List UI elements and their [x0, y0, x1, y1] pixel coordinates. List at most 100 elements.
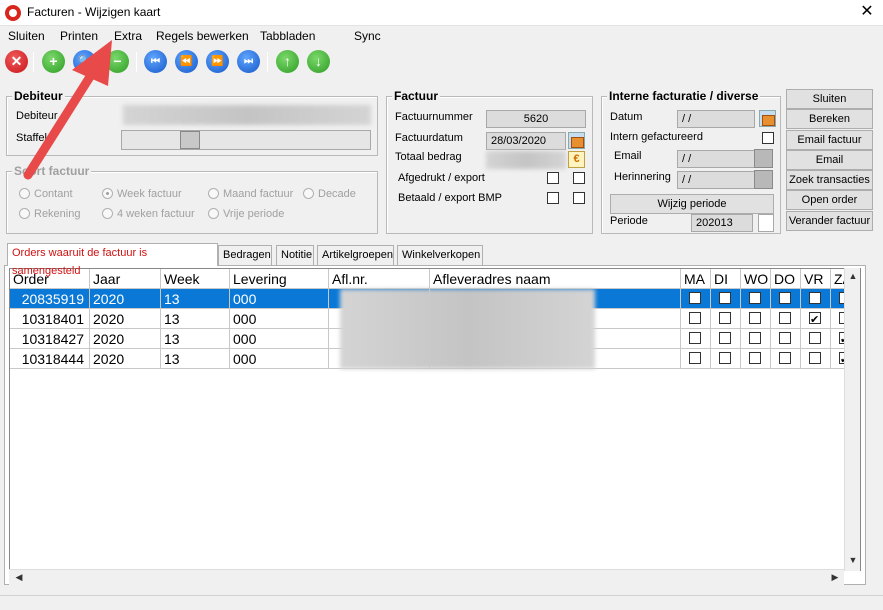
table-cell-levering[interactable]: 000: [230, 329, 329, 349]
table-cell-levering[interactable]: 000: [230, 309, 329, 329]
table-cell-order[interactable]: 20835919: [10, 289, 90, 309]
column-header-do[interactable]: DO: [771, 269, 801, 289]
day-checkbox-di[interactable]: [719, 332, 731, 344]
radio-vrije-periode[interactable]: [208, 208, 219, 219]
table-cell-levering[interactable]: 000: [230, 289, 329, 309]
close-icon[interactable]: ✕: [5, 50, 28, 73]
scroll-left-icon[interactable]: ◀: [11, 572, 27, 583]
day-checkbox-vr[interactable]: [809, 292, 821, 304]
intern-email-button[interactable]: [754, 149, 773, 168]
menu-sync[interactable]: Sync: [354, 29, 381, 43]
table-cell-order[interactable]: 10318444: [10, 349, 90, 369]
scroll-up-icon[interactable]: ▲: [845, 271, 861, 281]
arrow-up-icon[interactable]: ↑: [276, 50, 299, 73]
column-header-vr[interactable]: VR: [801, 269, 831, 289]
day-checkbox-wo[interactable]: [749, 312, 761, 324]
column-header-ma[interactable]: MA: [681, 269, 711, 289]
open-order-button[interactable]: Open order: [786, 190, 873, 210]
previous-record-icon[interactable]: ⏪: [175, 50, 198, 73]
tab-notitie[interactable]: Notitie: [276, 245, 314, 265]
scroll-right-icon[interactable]: ▶: [827, 572, 843, 583]
search-icon[interactable]: 🔍: [73, 50, 96, 73]
table-cell-jaar[interactable]: 2020: [90, 309, 161, 329]
day-checkbox-di[interactable]: [719, 290, 731, 308]
periode-extra-field[interactable]: [758, 214, 774, 232]
day-checkbox-wo[interactable]: [749, 352, 761, 364]
table-cell-week[interactable]: 13: [161, 349, 230, 369]
day-checkbox-ma[interactable]: [689, 332, 701, 344]
table-cell-order[interactable]: 10318427: [10, 329, 90, 349]
column-header-di[interactable]: DI: [711, 269, 741, 289]
table-cell-order[interactable]: 10318401: [10, 309, 90, 329]
table-cell-week[interactable]: 13: [161, 329, 230, 349]
day-checkbox-vr[interactable]: [809, 352, 821, 364]
menu-sluiten[interactable]: Sluiten: [8, 29, 45, 43]
intern-email-field[interactable]: / /: [677, 150, 755, 168]
day-checkbox-vr[interactable]: [809, 332, 821, 344]
table-cell-jaar[interactable]: 2020: [90, 329, 161, 349]
staffel-slider-handle[interactable]: [180, 131, 200, 149]
afgedrukt-checkbox[interactable]: [547, 172, 559, 184]
day-checkbox-ma[interactable]: [689, 352, 701, 364]
day-checkbox-wo[interactable]: [749, 332, 761, 344]
totaal-bedrag-field-redacted[interactable]: [486, 151, 566, 169]
bereken-button[interactable]: Bereken: [786, 109, 873, 129]
tab-orders[interactable]: Orders waaruit de factuur is samengestel…: [7, 243, 218, 277]
factuurdatum-field[interactable]: 28/03/2020: [486, 132, 566, 150]
export-bmp-checkbox[interactable]: [573, 192, 585, 204]
day-checkbox-do[interactable]: [779, 352, 791, 364]
arrow-down-icon[interactable]: ↓: [307, 50, 330, 73]
radio-rekening[interactable]: [19, 208, 30, 219]
day-checkbox-do[interactable]: [779, 312, 791, 324]
email-herinnering-button[interactable]: Email herinnering: [786, 150, 873, 184]
email-factuur-button[interactable]: Email factuur: [786, 130, 873, 150]
intern-herinnering-field[interactable]: / /: [677, 171, 755, 189]
last-record-icon[interactable]: ⏭: [237, 50, 260, 73]
intern-herinnering-button[interactable]: [754, 170, 773, 189]
verander-factuur-button[interactable]: Verander factuur: [786, 211, 873, 231]
zoek-transacties-button[interactable]: Zoek transacties: [786, 170, 873, 190]
table-cell-week[interactable]: 13: [161, 309, 230, 329]
day-checkbox-ma[interactable]: [689, 312, 701, 324]
euro-icon[interactable]: €: [568, 151, 585, 168]
next-record-icon[interactable]: ⏩: [206, 50, 229, 73]
day-checkbox-do[interactable]: [779, 292, 791, 304]
radio-4-weken-factuur[interactable]: [102, 208, 113, 219]
day-checkbox-di[interactable]: [719, 352, 731, 364]
sluiten-button[interactable]: Sluiten: [786, 89, 873, 109]
factuurnummer-field[interactable]: 5620: [486, 110, 586, 128]
orders-grid[interactable]: Order Jaar Week Levering Afl.nr. Aflever…: [9, 268, 861, 571]
column-header-jaar[interactable]: Jaar: [90, 269, 161, 289]
column-header-afleveradres-naam[interactable]: Afleveradres naam: [430, 269, 681, 289]
radio-maand-factuur[interactable]: [208, 188, 219, 199]
radio-decade[interactable]: [303, 188, 314, 199]
scroll-down-icon[interactable]: ▼: [845, 555, 861, 565]
radio-week-factuur[interactable]: [102, 188, 113, 199]
vertical-scrollbar[interactable]: ▲ ▼: [844, 268, 860, 571]
day-checkbox-ma[interactable]: [689, 292, 701, 304]
menu-extra[interactable]: Extra: [114, 29, 142, 43]
staffel-slider[interactable]: [121, 130, 371, 150]
periode-field[interactable]: 202013: [691, 214, 753, 232]
column-header-week[interactable]: Week: [161, 269, 230, 289]
day-checkbox-do[interactable]: [779, 332, 791, 344]
menu-printen[interactable]: Printen: [60, 29, 98, 43]
radio-contant[interactable]: [19, 188, 30, 199]
day-checkbox-vr[interactable]: [809, 310, 821, 328]
table-cell-jaar[interactable]: 2020: [90, 289, 161, 309]
day-checkbox-wo[interactable]: [749, 292, 761, 304]
factuurdatum-calendar-icon[interactable]: [568, 132, 585, 149]
window-close-button[interactable]: ✕: [856, 1, 878, 23]
first-record-icon[interactable]: ⏮: [144, 50, 167, 73]
export-checkbox[interactable]: [573, 172, 585, 184]
table-cell-week[interactable]: 13: [161, 289, 230, 309]
column-header-aflnr[interactable]: Afl.nr.: [329, 269, 430, 289]
menu-regels-bewerken[interactable]: Regels bewerken: [156, 29, 249, 43]
menu-tabbladen[interactable]: Tabbladen: [260, 29, 315, 43]
horizontal-scrollbar[interactable]: ◀ ▶: [9, 569, 844, 585]
tab-winkelverkopen[interactable]: Winkelverkopen: [397, 245, 483, 265]
table-cell-levering[interactable]: 000: [230, 349, 329, 369]
day-checkbox-di[interactable]: [719, 312, 731, 324]
remove-icon[interactable]: −: [106, 50, 129, 73]
column-header-levering[interactable]: Levering: [230, 269, 329, 289]
